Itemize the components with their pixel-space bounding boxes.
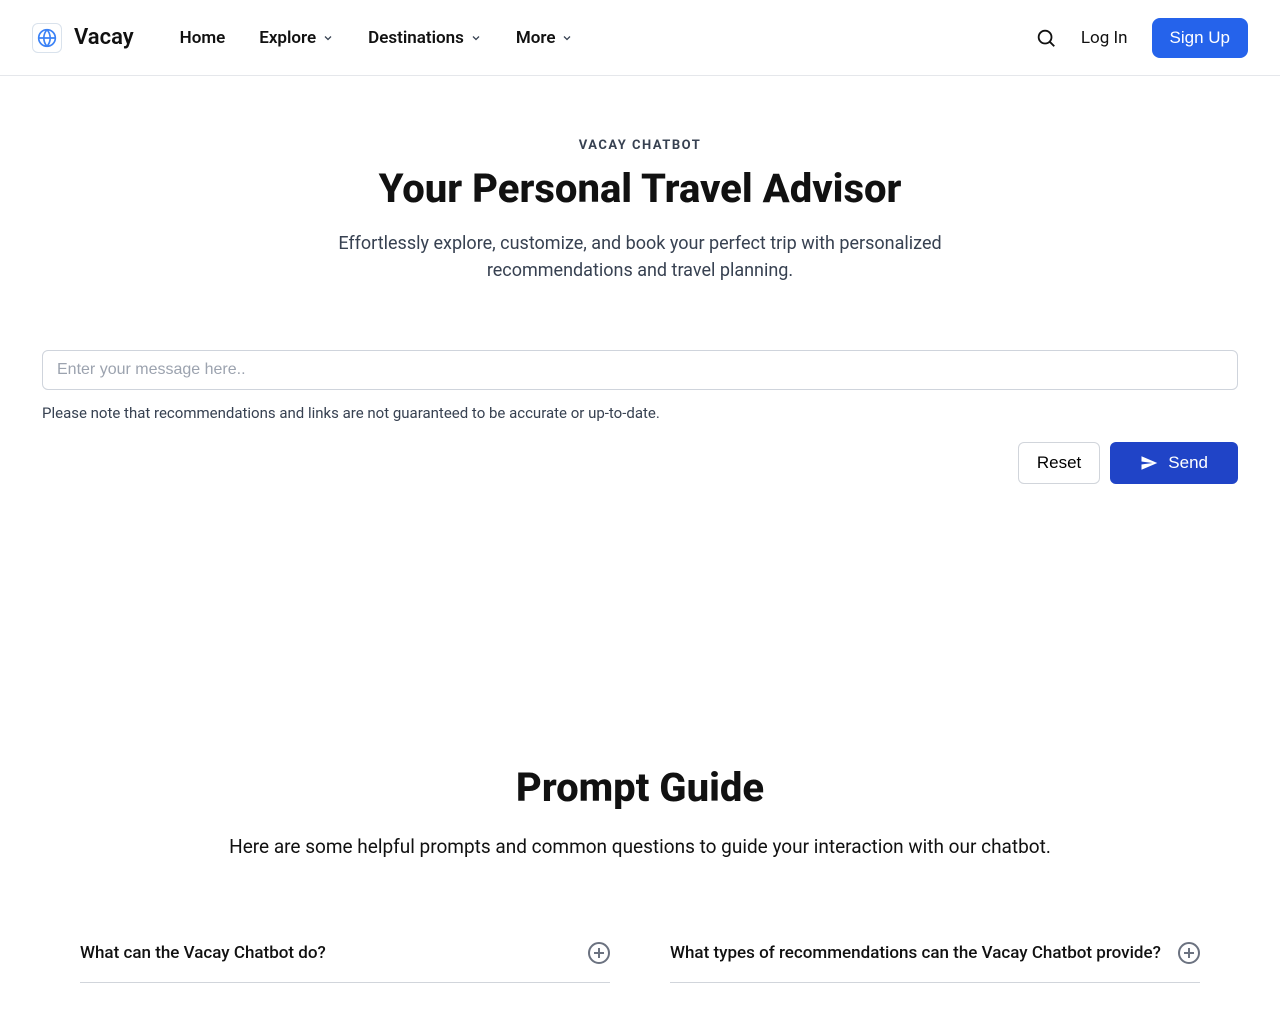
logo[interactable]: Vacay bbox=[32, 23, 134, 53]
guide-title: Prompt Guide bbox=[42, 764, 1238, 811]
search-icon bbox=[1035, 27, 1057, 49]
chat-actions: Reset Send bbox=[42, 442, 1238, 484]
header: Vacay Home Explore Destinations More Log… bbox=[0, 0, 1280, 76]
disclaimer: Please note that recommendations and lin… bbox=[42, 404, 1238, 422]
nav-destinations[interactable]: Destinations bbox=[368, 28, 482, 48]
chevron-down-icon bbox=[470, 32, 482, 44]
plus-icon bbox=[588, 942, 610, 964]
brand-name: Vacay bbox=[74, 25, 134, 50]
reset-button[interactable]: Reset bbox=[1018, 442, 1100, 484]
signup-button[interactable]: Sign Up bbox=[1152, 18, 1248, 58]
send-button[interactable]: Send bbox=[1110, 442, 1238, 484]
search-button[interactable] bbox=[1035, 27, 1057, 49]
faq-item[interactable]: What types of recommendations can the Va… bbox=[670, 942, 1200, 983]
hero-title: Your Personal Travel Advisor bbox=[40, 165, 1240, 212]
faq-question: What types of recommendations can the Va… bbox=[670, 943, 1161, 963]
hero-eyebrow: VACAY CHATBOT bbox=[40, 138, 1240, 153]
nav-label: Destinations bbox=[368, 28, 464, 48]
guide-subtitle: Here are some helpful prompts and common… bbox=[42, 835, 1238, 858]
prompt-guide: Prompt Guide Here are some helpful promp… bbox=[0, 484, 1280, 983]
faq-question: What can the Vacay Chatbot do? bbox=[80, 943, 326, 963]
main-nav: Home Explore Destinations More bbox=[180, 28, 574, 48]
header-actions: Log In Sign Up bbox=[1035, 18, 1248, 58]
plus-icon bbox=[1178, 942, 1200, 964]
faq-item[interactable]: What can the Vacay Chatbot do? bbox=[80, 942, 610, 983]
nav-label: Explore bbox=[259, 28, 316, 48]
send-icon bbox=[1140, 454, 1158, 472]
nav-explore[interactable]: Explore bbox=[259, 28, 334, 48]
hero-subtitle: Effortlessly explore, customize, and boo… bbox=[320, 230, 960, 284]
chat-area: Please note that recommendations and lin… bbox=[0, 284, 1280, 484]
nav-more[interactable]: More bbox=[516, 28, 574, 48]
login-link[interactable]: Log In bbox=[1081, 28, 1128, 48]
chevron-down-icon bbox=[322, 32, 334, 44]
send-label: Send bbox=[1168, 453, 1208, 473]
chevron-down-icon bbox=[561, 32, 573, 44]
globe-icon bbox=[32, 23, 62, 53]
nav-label: More bbox=[516, 28, 556, 48]
message-input[interactable] bbox=[42, 350, 1238, 390]
faq-grid: What can the Vacay Chatbot do? What type… bbox=[42, 942, 1238, 983]
nav-home[interactable]: Home bbox=[180, 28, 226, 48]
hero: VACAY CHATBOT Your Personal Travel Advis… bbox=[0, 76, 1280, 284]
nav-label: Home bbox=[180, 28, 226, 48]
